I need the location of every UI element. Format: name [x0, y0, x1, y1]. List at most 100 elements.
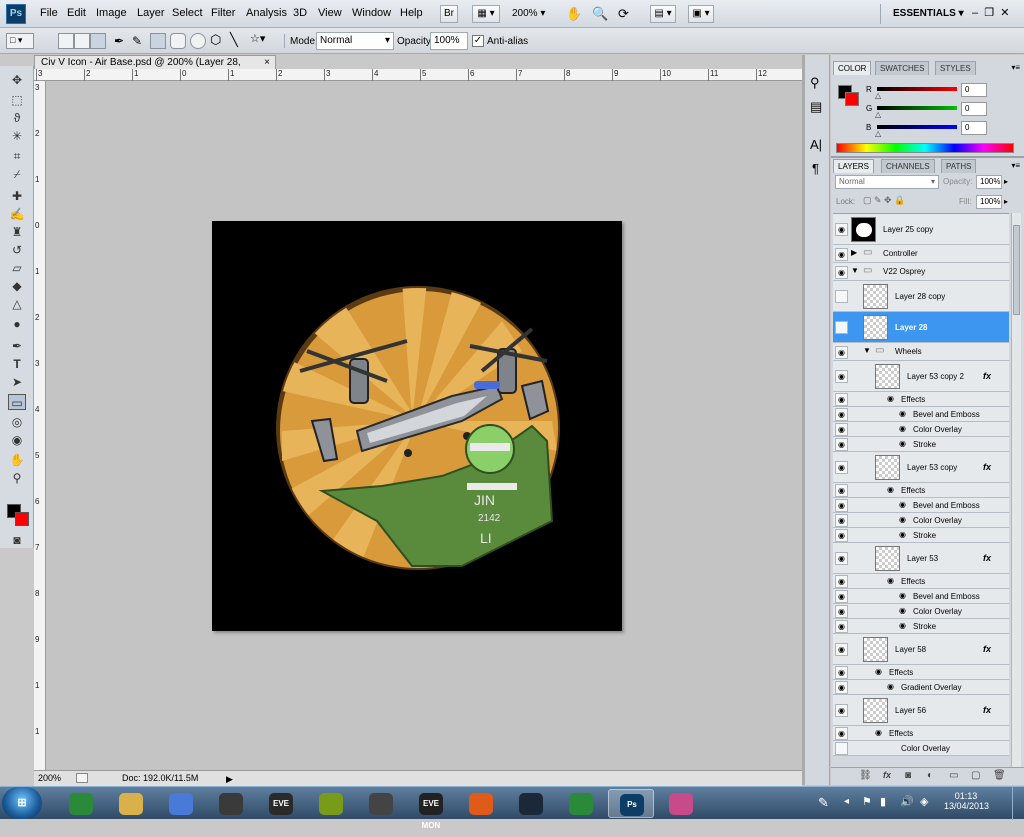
zoom-tool-icon[interactable]: 🔍 — [592, 6, 608, 22]
restore-icon[interactable]: ❐ — [984, 7, 994, 19]
fx-badge-icon[interactable]: fx — [983, 371, 991, 381]
visibility-eye-icon[interactable]: ◉ — [835, 514, 848, 527]
evemon-icon[interactable]: EVE MON — [408, 789, 454, 830]
tab-swatches[interactable]: SWATCHES — [875, 61, 930, 75]
crop-tool-icon[interactable]: ⌗ — [8, 148, 26, 164]
shape-tool-icon[interactable]: ▭ — [8, 394, 26, 410]
add-style-icon[interactable]: fx — [883, 770, 891, 780]
photoshop-icon[interactable]: Ps — [608, 789, 654, 818]
effect-row[interactable]: ◉ ◉ Stroke — [833, 619, 1009, 634]
volume-icon[interactable]: 🔊 — [900, 795, 914, 808]
fx-badge-icon[interactable]: fx — [983, 553, 991, 563]
antialias-checkbox[interactable]: ✓ — [472, 35, 484, 47]
dodge-tool-icon[interactable]: ● — [8, 316, 26, 332]
hand-tool-icon[interactable]: ✋ — [8, 452, 26, 468]
eve-icon[interactable]: EVE — [258, 789, 304, 818]
close-tab-icon[interactable]: × — [264, 56, 270, 69]
channel-value-input[interactable]: 0 — [961, 83, 987, 97]
effect-eye-icon[interactable]: ◉ — [899, 606, 906, 615]
visibility-eye-icon[interactable]: ◉ — [835, 370, 848, 383]
line-icon[interactable]: ╲ — [230, 32, 238, 48]
group-row[interactable]: ◉ ▶ ▭ Controller — [833, 245, 1009, 263]
tray-expand-icon[interactable]: ◂ — [844, 796, 849, 807]
network-icon[interactable]: ▮ — [880, 795, 886, 808]
rotate-view-icon[interactable]: ⟳ — [618, 6, 629, 22]
new-layer-icon[interactable]: ▢ — [971, 770, 980, 781]
effect-row[interactable]: ◉ ◉ Stroke — [833, 528, 1009, 543]
layer-row[interactable]: Layer 28 copy — [833, 281, 1009, 312]
slider-handle-icon[interactable]: △ — [875, 111, 881, 119]
menu-help[interactable]: Help — [400, 7, 423, 19]
menu-layer[interactable]: Layer — [137, 7, 165, 19]
effect-row[interactable]: ◉ ◉ Gradient Overlay — [833, 680, 1009, 695]
paths-icon[interactable] — [74, 33, 90, 49]
channel-value-input[interactable]: 0 — [961, 102, 987, 116]
fx-badge-icon[interactable]: fx — [983, 644, 991, 654]
tab-paths[interactable]: PATHS — [941, 159, 977, 173]
dropbox-icon[interactable]: ◈ — [920, 795, 928, 808]
layer-row[interactable]: ◉ Layer 56 fx — [833, 695, 1009, 726]
expand-toggle-icon[interactable]: ▼ — [851, 266, 859, 275]
clone-stamp-icon[interactable]: ♜ — [8, 224, 26, 240]
visibility-eye-icon[interactable]: ◉ — [835, 438, 848, 451]
panel-menu-icon[interactable]: ▾≡ — [1011, 63, 1020, 72]
flag-icon[interactable]: ⚑ — [862, 795, 872, 808]
color-bg-swatch[interactable] — [845, 92, 859, 106]
effect-row[interactable]: ◉ ◉ Bevel and Emboss — [833, 498, 1009, 513]
opacity-arrow-icon[interactable]: ▸ — [1004, 177, 1008, 186]
tab-layers[interactable]: LAYERS — [833, 159, 874, 173]
nvidia-icon[interactable] — [308, 789, 354, 818]
layer-row[interactable]: ◉ Layer 25 copy — [833, 214, 1009, 245]
effect-row[interactable]: ◉ ◉ Bevel and Emboss — [833, 589, 1009, 604]
xsplit-icon[interactable] — [358, 789, 404, 818]
color-ramp[interactable] — [836, 143, 1014, 153]
paint-icon[interactable] — [658, 789, 704, 818]
effects-eye-icon[interactable]: ◉ — [887, 394, 894, 403]
visibility-eye-icon[interactable]: ◉ — [835, 484, 848, 497]
paint-bucket-icon[interactable]: ◆ — [8, 278, 26, 294]
fx-badge-icon[interactable]: fx — [983, 462, 991, 472]
screen-mode-button[interactable]: ▣ ▾ — [688, 5, 714, 23]
slider-handle-icon[interactable]: △ — [875, 92, 881, 100]
effects-eye-icon[interactable]: ◉ — [887, 485, 894, 494]
group-row[interactable]: ◉ ▼ ▭ V22 Osprey — [833, 263, 1009, 281]
status-zoom[interactable]: 200% — [38, 771, 61, 786]
visibility-eye-icon[interactable]: ◉ — [835, 575, 848, 588]
visibility-eye-icon[interactable]: ◉ — [835, 620, 848, 633]
menu-analysis[interactable]: Analysis — [246, 7, 287, 19]
visibility-eye-icon[interactable]: ◉ — [835, 552, 848, 565]
effect-eye-icon[interactable]: ◉ — [899, 409, 906, 418]
show-desktop-button[interactable] — [1012, 787, 1024, 820]
mode-select[interactable]: Normal ▾ — [316, 32, 394, 50]
effect-eye-icon[interactable]: ◉ — [899, 439, 906, 448]
expand-toggle-icon[interactable]: ▼ — [863, 346, 871, 355]
menu-window[interactable]: Window — [352, 7, 391, 19]
visibility-eye-icon[interactable]: ◉ — [835, 681, 848, 694]
tab-color[interactable]: COLOR — [833, 61, 872, 75]
pen-tool-icon[interactable]: ✒ — [114, 34, 124, 48]
fill-pixels-icon[interactable] — [90, 33, 106, 49]
fill-arrow-icon[interactable]: ▸ — [1004, 197, 1008, 206]
effects-row[interactable]: ◉ ◉ Effects — [833, 726, 1009, 741]
visibility-eye-icon[interactable]: ◉ — [835, 408, 848, 421]
visibility-eye-icon[interactable]: ◉ — [835, 248, 848, 261]
layers-menu-icon[interactable]: ▾≡ — [1011, 161, 1020, 170]
3d-orbit-icon[interactable]: ◉ — [8, 432, 26, 448]
fill-input[interactable]: 100% — [976, 195, 1002, 209]
chrome-icon[interactable] — [58, 789, 104, 818]
origin-icon[interactable] — [458, 789, 504, 818]
menu-3d[interactable]: 3D — [293, 7, 307, 19]
visibility-eye-icon[interactable]: ◉ — [835, 727, 848, 740]
menu-image[interactable]: Image — [96, 7, 127, 19]
close-icon[interactable]: ✕ — [1000, 7, 1009, 19]
visibility-eye-icon[interactable]: ◉ — [835, 605, 848, 618]
menu-file[interactable]: File — [40, 7, 58, 19]
workspace-switcher[interactable]: ESSENTIALS ▾ — [893, 8, 964, 19]
effect-eye-icon[interactable]: ◉ — [899, 591, 906, 600]
minimize-icon[interactable]: – — [972, 7, 978, 19]
hand-tool-icon[interactable]: ✋ — [566, 6, 582, 22]
lock-icons[interactable]: ▢ ✎ ✥ 🔒 — [863, 195, 905, 206]
delete-layer-icon[interactable]: 🗑 — [993, 770, 1006, 781]
effect-row[interactable]: ◉ ◉ Color Overlay — [833, 604, 1009, 619]
effect-row[interactable]: ◉ ◉ Stroke — [833, 437, 1009, 452]
